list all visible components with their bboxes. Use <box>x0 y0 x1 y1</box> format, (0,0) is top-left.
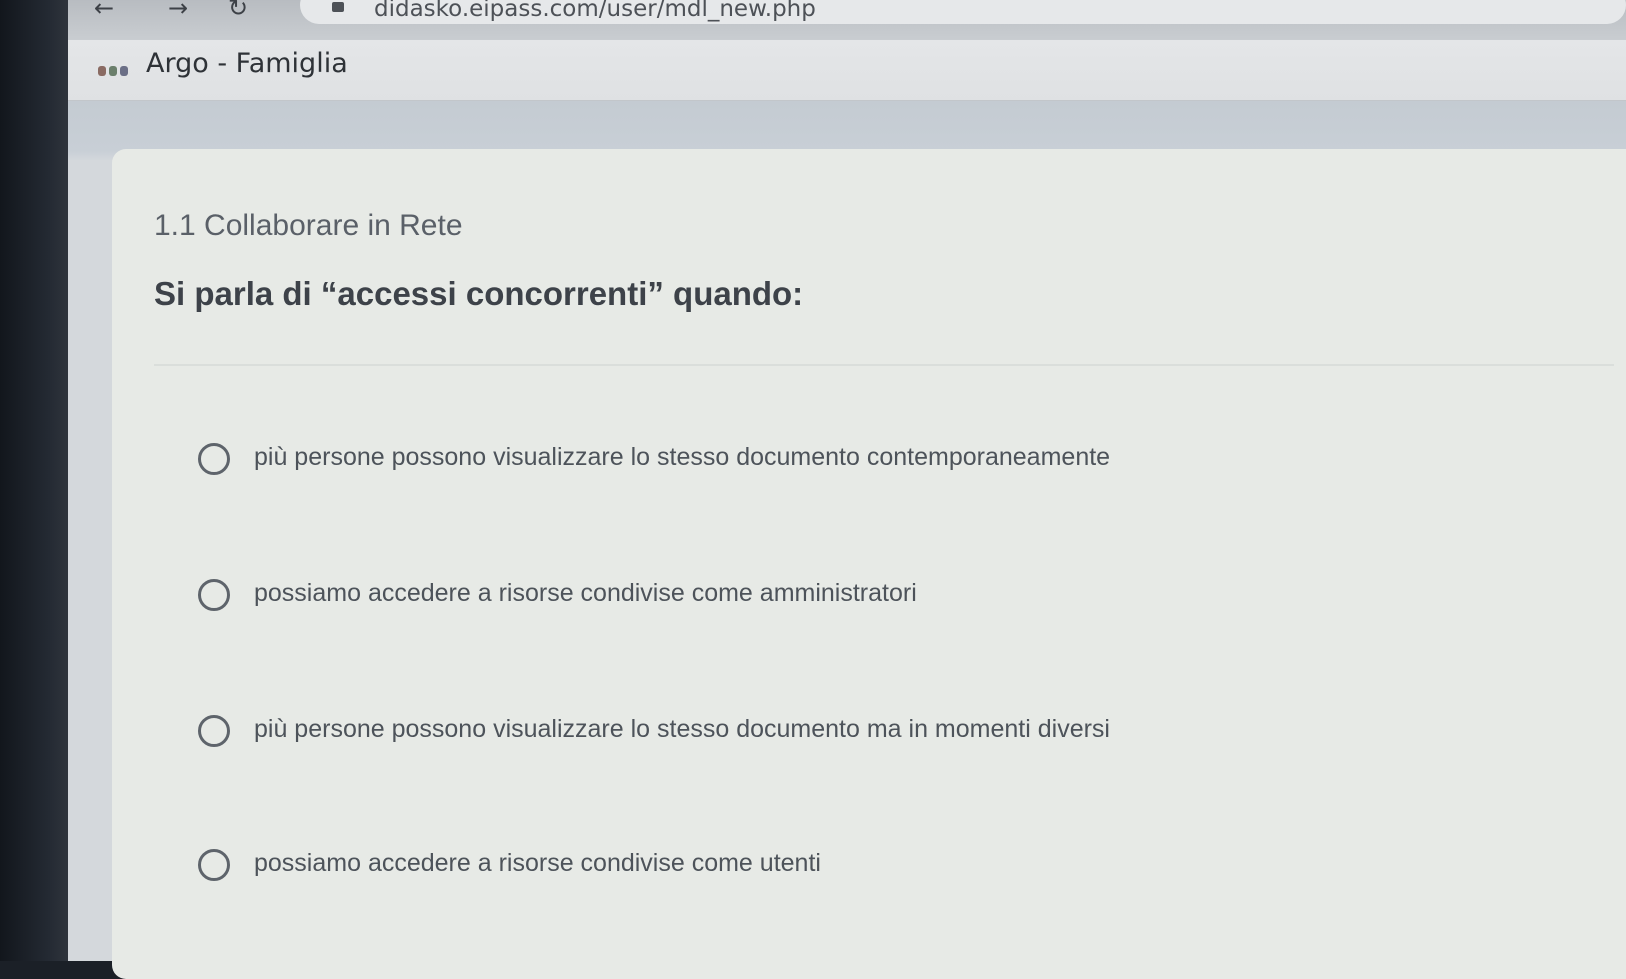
argo-favicon-icon <box>98 66 130 76</box>
section-title: 1.1 Collaborare in Rete <box>154 209 463 242</box>
browser-toolbar: ← → ↻ didasko.eipass.com/user/mdl_new.ph… <box>68 0 1626 40</box>
bookmark-label: Argo - Famiglia <box>146 48 348 79</box>
bookmarks-bar: Argo - Famiglia <box>68 40 1626 101</box>
answer-label[interactable]: più persone possono visualizzare lo stes… <box>254 715 1110 744</box>
radio-button[interactable] <box>198 579 230 611</box>
url-text: didasko.eipass.com/user/mdl_new.php <box>374 0 816 22</box>
radio-button[interactable] <box>198 849 230 881</box>
lock-icon <box>332 2 344 12</box>
question-text: Si parla di “accessi concorrenti” quando… <box>154 275 804 312</box>
quiz-card: 1.1 Collaborare in Rete Si parla di “acc… <box>112 149 1626 979</box>
arrow-right-icon[interactable]: → <box>168 0 188 22</box>
arrow-left-icon[interactable]: ← <box>94 0 114 22</box>
screen-bezel <box>0 0 70 961</box>
answer-label[interactable]: possiamo accedere a risorse condivise co… <box>254 849 821 878</box>
reload-icon[interactable]: ↻ <box>228 0 248 22</box>
address-bar[interactable]: didasko.eipass.com/user/mdl_new.php <box>300 0 1626 24</box>
browser-window: ← → ↻ didasko.eipass.com/user/mdl_new.ph… <box>68 0 1626 979</box>
radio-button[interactable] <box>198 715 230 747</box>
radio-button[interactable] <box>198 443 230 475</box>
page-content: 1.1 Collaborare in Rete Si parla di “acc… <box>68 101 1626 979</box>
answer-label[interactable]: più persone possono visualizzare lo stes… <box>254 443 1110 472</box>
answer-label[interactable]: possiamo accedere a risorse condivise co… <box>254 579 917 608</box>
divider <box>154 364 1614 366</box>
